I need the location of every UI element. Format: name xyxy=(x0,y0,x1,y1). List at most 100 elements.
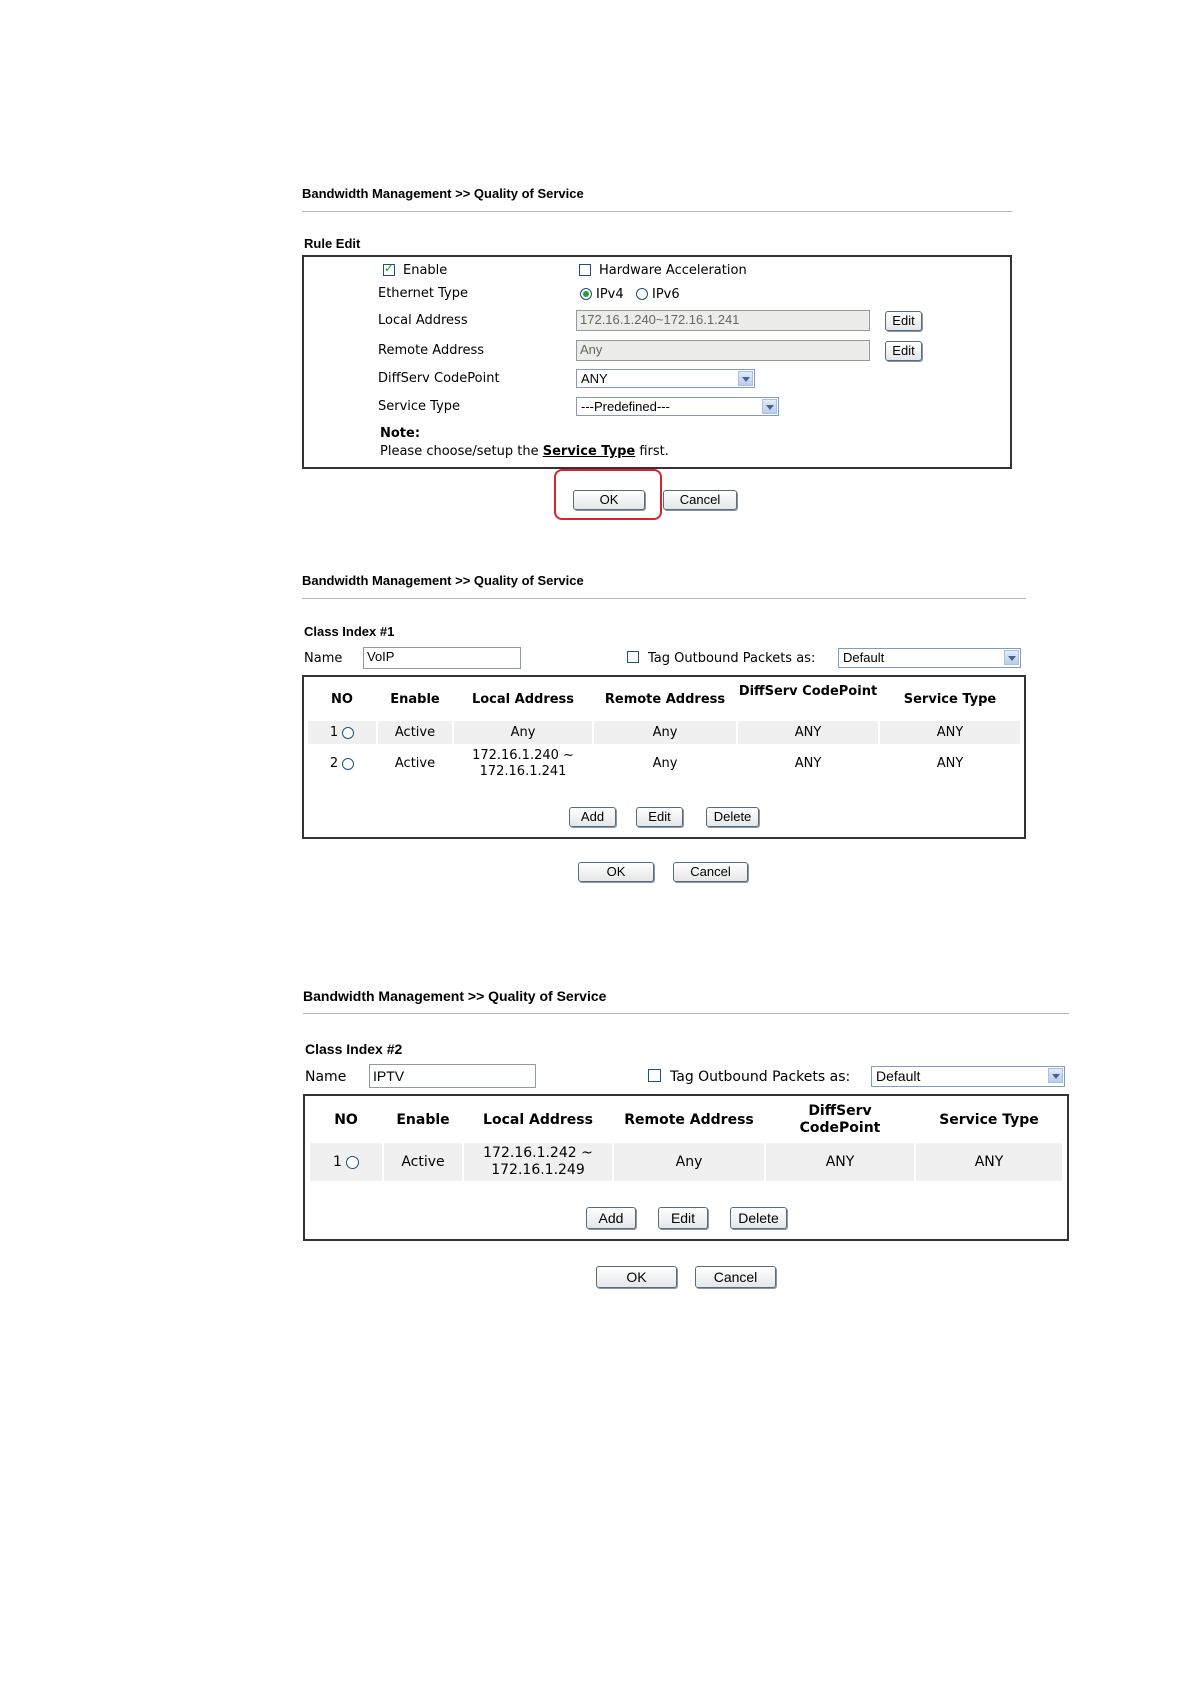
service-type-link[interactable]: Service Type xyxy=(543,444,636,459)
tag-outbound-checkbox[interactable] xyxy=(648,1069,661,1082)
chevron-down-icon xyxy=(762,399,777,414)
row-number: 1 xyxy=(329,725,339,740)
table-cell: ANY xyxy=(738,721,878,744)
breadcrumb: Bandwidth Management >> Quality of Servi… xyxy=(303,988,607,1004)
table-cell: ANY xyxy=(936,756,964,771)
tag-outbound-checkbox[interactable] xyxy=(627,651,639,663)
table-cell: Any xyxy=(614,1143,764,1181)
local-address-start: 172.16.1.242 ~ xyxy=(483,1145,593,1161)
hardware-acceleration-label: Hardware Acceleration xyxy=(599,263,747,278)
divider xyxy=(302,598,1026,599)
table-cell: ANY xyxy=(880,721,1020,744)
local-address-field[interactable]: 172.16.1.240~172.16.1.241 xyxy=(576,310,870,331)
ok-button[interactable]: OK xyxy=(596,1266,677,1288)
cancel-button[interactable]: Cancel xyxy=(673,862,748,882)
divider xyxy=(302,211,1012,212)
enable-label: Enable xyxy=(403,263,448,278)
local-address-edit-button[interactable]: Edit xyxy=(885,311,922,331)
chevron-down-icon xyxy=(738,371,753,386)
add-button[interactable]: Add xyxy=(586,1207,636,1229)
table-row: 1 xyxy=(310,1143,382,1181)
chevron-down-icon xyxy=(1004,650,1019,665)
tag-outbound-select[interactable]: Default xyxy=(838,648,1021,668)
tag-outbound-value: Default xyxy=(843,650,885,665)
row-number: 1 xyxy=(333,1154,342,1170)
ok-button[interactable]: OK xyxy=(573,490,645,510)
service-type-value: ---Predefined--- xyxy=(581,399,670,414)
tag-outbound-value: Default xyxy=(876,1068,921,1084)
local-address-end: 172.16.1.249 xyxy=(491,1162,585,1178)
note-text: Please choose/setup the Service Type fir… xyxy=(380,444,669,459)
ipv6-label: IPv6 xyxy=(652,287,680,302)
column-header: Local Address xyxy=(471,692,575,707)
tag-outbound-select[interactable]: Default xyxy=(871,1066,1065,1087)
row-select-radio[interactable] xyxy=(342,758,355,770)
class-index-heading: Class Index #1 xyxy=(304,624,395,639)
column-header: NO xyxy=(334,1112,358,1128)
local-address-start: 172.16.1.240 ~ xyxy=(472,748,574,763)
note-prefix: Please choose/setup the xyxy=(380,444,543,459)
row-select-radio[interactable] xyxy=(345,1155,359,1169)
column-header: NO xyxy=(331,692,353,707)
table-cell: 172.16.1.240 ~ 172.16.1.241 xyxy=(454,746,592,782)
column-header: DiffServ CodePoint xyxy=(799,1103,881,1136)
name-field[interactable]: VoIP xyxy=(363,647,521,669)
class-index-heading: Class Index #2 xyxy=(305,1041,403,1057)
breadcrumb: Bandwidth Management >> Quality of Servi… xyxy=(302,573,584,588)
name-field[interactable]: IPTV xyxy=(369,1064,536,1088)
table-cell: Active xyxy=(378,721,452,744)
add-button[interactable]: Add xyxy=(569,807,616,827)
remote-address-label: Remote Address xyxy=(378,343,485,358)
delete-button[interactable]: Delete xyxy=(730,1207,787,1229)
table-cell: Active xyxy=(384,1143,462,1181)
name-label: Name xyxy=(304,651,343,666)
ok-button[interactable]: OK xyxy=(578,862,654,882)
cancel-button[interactable]: Cancel xyxy=(663,490,737,510)
remote-address-edit-button[interactable]: Edit xyxy=(885,341,922,361)
column-header: Service Type xyxy=(903,692,997,707)
edit-button[interactable]: Edit xyxy=(658,1207,708,1229)
name-label: Name xyxy=(305,1069,347,1085)
delete-button[interactable]: Delete xyxy=(706,807,759,827)
edit-button[interactable]: Edit xyxy=(636,807,683,827)
ipv4-radio[interactable] xyxy=(580,288,592,300)
diffserv-codepoint-label: DiffServ CodePoint xyxy=(378,371,500,386)
enable-checkbox[interactable] xyxy=(383,261,395,276)
ethernet-type-label: Ethernet Type xyxy=(378,286,468,301)
tag-outbound-label: Tag Outbound Packets as: xyxy=(670,1069,851,1085)
note-suffix: first. xyxy=(635,444,669,459)
ipv6-radio[interactable] xyxy=(636,288,648,300)
diffserv-codepoint-value: ANY xyxy=(581,371,608,386)
service-type-select[interactable]: ---Predefined--- xyxy=(576,397,779,416)
rule-edit-heading: Rule Edit xyxy=(304,236,361,251)
column-header: DiffServ CodePoint xyxy=(738,684,878,699)
table-cell: Any xyxy=(594,721,736,744)
tag-outbound-label: Tag Outbound Packets as: xyxy=(648,651,816,666)
service-type-label: Service Type xyxy=(378,399,461,414)
column-header: Service Type xyxy=(939,1112,1039,1128)
column-header: Local Address xyxy=(483,1112,593,1128)
table-cell: ANY xyxy=(916,1143,1062,1181)
ipv4-label: IPv4 xyxy=(596,287,624,302)
column-header: Enable xyxy=(396,1112,450,1128)
table-cell: ANY xyxy=(766,1143,914,1181)
note-title: Note: xyxy=(380,426,421,441)
remote-address-field[interactable]: Any xyxy=(576,340,870,361)
cancel-button[interactable]: Cancel xyxy=(695,1266,776,1288)
diffserv-codepoint-select[interactable]: ANY xyxy=(576,369,755,388)
table-cell: ANY xyxy=(794,756,822,771)
column-header: Remote Address xyxy=(624,1112,754,1128)
table-cell: Active xyxy=(394,756,436,771)
breadcrumb: Bandwidth Management >> Quality of Servi… xyxy=(302,186,584,201)
local-address-label: Local Address xyxy=(378,313,468,328)
table-cell: Any xyxy=(454,721,592,744)
row-select-radio[interactable] xyxy=(342,726,355,739)
divider xyxy=(303,1013,1069,1014)
column-header: Enable xyxy=(390,692,440,707)
table-row: 1 xyxy=(308,721,376,744)
column-header: Remote Address xyxy=(604,692,726,707)
table-row: 2 xyxy=(308,746,376,782)
hardware-acceleration-checkbox[interactable] xyxy=(579,264,591,276)
table-cell: 172.16.1.242 ~ 172.16.1.249 xyxy=(464,1143,612,1181)
chevron-down-icon xyxy=(1048,1068,1063,1083)
